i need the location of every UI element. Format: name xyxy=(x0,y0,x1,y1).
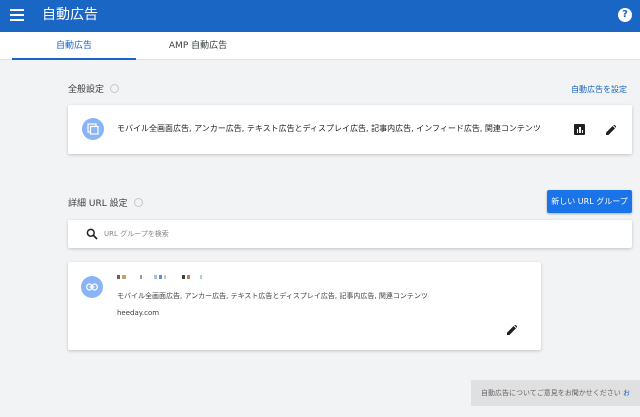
tab-bar: 自動広告 AMP 自動広告 xyxy=(0,32,640,60)
feedback-link[interactable]: お xyxy=(623,389,630,397)
edit-icon[interactable] xyxy=(606,125,616,135)
configure-auto-ads-link[interactable]: 自動広告を設定 xyxy=(571,84,627,95)
general-settings-heading: 全般設定 xyxy=(68,82,120,95)
url-settings-heading: 詳細 URL 設定 xyxy=(68,196,143,209)
url-settings-label: 詳細 URL 設定 xyxy=(68,199,128,209)
help-icon[interactable]: ? xyxy=(618,8,632,22)
url-group-search-bar xyxy=(68,220,632,248)
info-icon[interactable] xyxy=(133,198,143,207)
ad-formats-text: モバイル全画面広告, アンカー広告, テキスト広告とディスプレイ広告, 記事内広… xyxy=(117,292,428,300)
general-settings-card: モバイル全画面広告, アンカー広告, テキスト広告とディスプレイ広告, 記事内広… xyxy=(68,105,632,154)
report-icon[interactable] xyxy=(574,124,585,135)
url-group-card[interactable]: モバイル全画面広告, アンカー広告, テキスト広告とディスプレイ広告, 記事内広… xyxy=(68,262,541,350)
feedback-text: 自動広告についてご意見をお聞かせください xyxy=(481,389,621,397)
redacted-group-name xyxy=(117,275,202,279)
search-icon xyxy=(86,228,98,240)
tab-auto-ads[interactable]: 自動広告 xyxy=(12,32,136,60)
page-title: 自動広告 xyxy=(42,7,98,23)
new-url-group-button[interactable]: 新しい URL グループ xyxy=(547,190,632,213)
domain-text: heeday.com xyxy=(117,309,160,317)
app-bar: 自動広告 ? xyxy=(0,0,640,32)
link-icon xyxy=(81,276,103,298)
tab-amp-auto-ads[interactable]: AMP 自動広告 xyxy=(136,32,260,60)
menu-icon[interactable] xyxy=(10,9,24,23)
ad-formats-text: モバイル全画面広告, アンカー広告, テキスト広告とディスプレイ広告, 記事内広… xyxy=(117,124,541,133)
web-page-icon xyxy=(82,118,104,140)
info-icon[interactable] xyxy=(110,84,120,93)
feedback-banner[interactable]: 自動広告についてご意見をお聞かせください お xyxy=(471,380,640,406)
url-group-search-input[interactable] xyxy=(104,226,504,242)
edit-icon[interactable] xyxy=(507,325,517,335)
general-settings-label: 全般設定 xyxy=(68,85,105,95)
